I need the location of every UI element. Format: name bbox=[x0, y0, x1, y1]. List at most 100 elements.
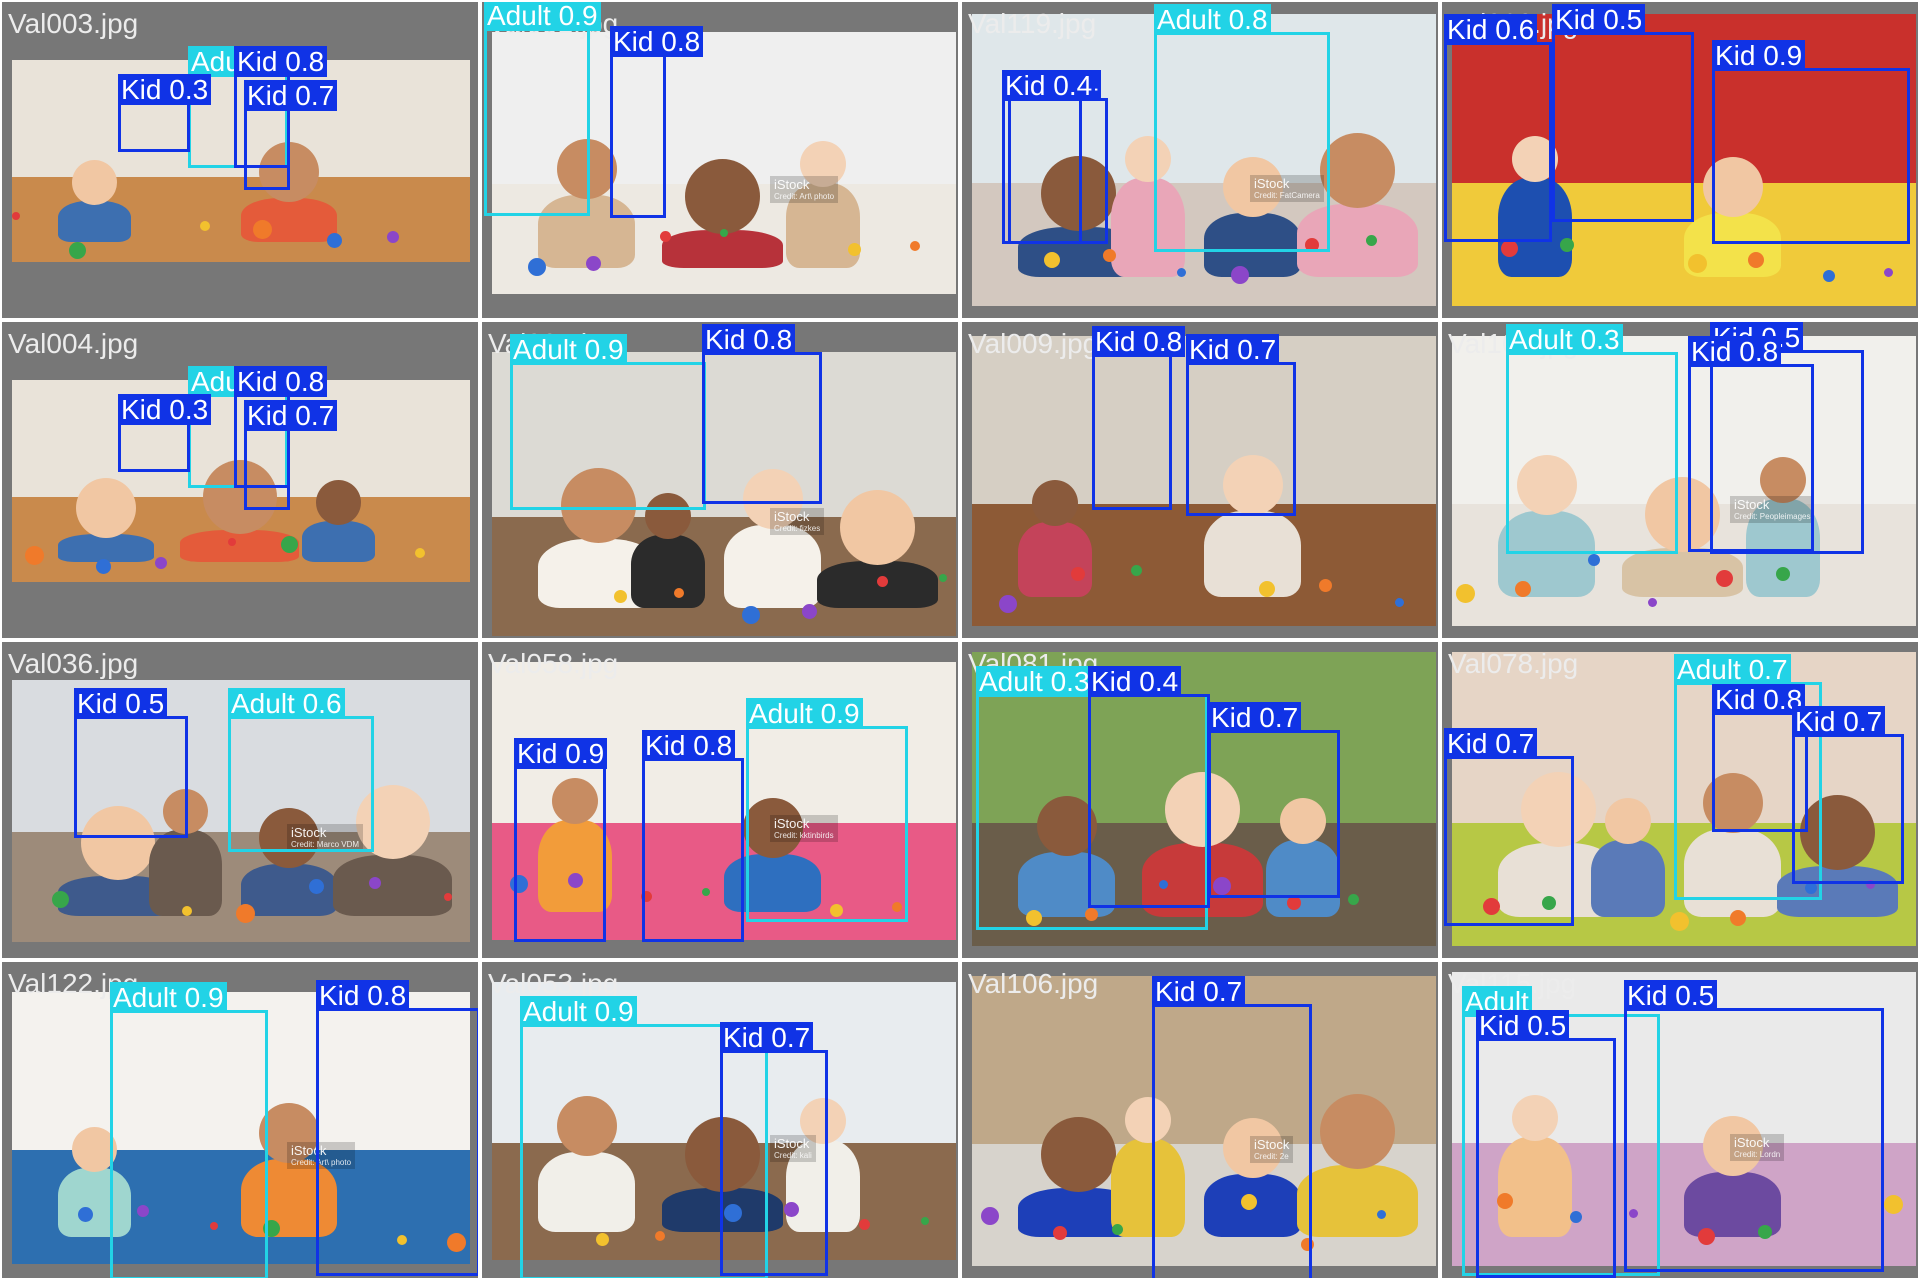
kid-detection-box[interactable]: Kid 0.5 bbox=[1476, 1010, 1616, 1278]
photo-toy bbox=[1348, 894, 1359, 905]
image-tile[interactable]: iStock Credit: Art\ photo Val122.jpg Adult … bbox=[2, 962, 478, 1278]
kid-detection-box[interactable]: Kid 0.6 bbox=[1444, 14, 1552, 242]
photo-toy bbox=[939, 574, 947, 582]
kid-detection-box[interactable]: Kid 0.7 bbox=[1186, 334, 1296, 516]
kid-detection-box[interactable]: Kid 0.8 bbox=[610, 26, 704, 218]
detection-label: Kid 0.4 bbox=[1002, 70, 1096, 101]
photo-toy bbox=[660, 231, 671, 242]
detection-label: Kid 0.8 bbox=[1092, 326, 1186, 357]
kid-detection-box[interactable]: Kid 0.9 bbox=[514, 738, 608, 942]
kid-detection-box[interactable]: Kid 0.8 bbox=[642, 730, 744, 942]
detection-label: Kid 0.7 bbox=[1186, 334, 1280, 365]
kid-detection-box[interactable]: Kid 0.7 bbox=[1152, 976, 1312, 1278]
kid-detection-box[interactable]: Kid 0.7 bbox=[244, 80, 338, 190]
image-tile[interactable]: iStockCredit: PeopleimagesVal104.jpgAdul… bbox=[1442, 322, 1918, 638]
detection-label: Kid 0.8 bbox=[702, 324, 796, 355]
image-tile[interactable]: Val078.jpg Adult 0.7 Kid 0.8 Kid 0.7 Kid 0.7 bbox=[1442, 642, 1918, 958]
photo-toy bbox=[1259, 581, 1275, 597]
detection-label: Kid 0.7 bbox=[244, 400, 338, 431]
adult-detection-box[interactable]: Adult 0.9 bbox=[484, 2, 601, 216]
image-tile[interactable]: iStock Credit: FatCamera Val119.jpg Adult 0… bbox=[962, 2, 1438, 318]
kid-detection-box[interactable]: Kid 0.7 bbox=[720, 1022, 828, 1276]
photo-toy bbox=[25, 546, 44, 565]
kid-detection-box[interactable]: Kid 0.7 bbox=[1444, 728, 1574, 926]
kid-detection-box[interactable]: Kid 0.7 bbox=[1208, 702, 1340, 898]
kid-detection-box[interactable]: Kid 0.3 bbox=[118, 74, 212, 152]
photo-toy bbox=[1648, 598, 1657, 607]
image-tile[interactable]: iStock Credit: Marco VDM Val036.jpg Kid 0.5… bbox=[2, 642, 478, 958]
detection-label: Kid 0.5 bbox=[1476, 1010, 1570, 1041]
tile-filename: Val009.jpg bbox=[968, 328, 1099, 359]
kid-detection-box[interactable]: Kid 0.3 bbox=[118, 394, 212, 472]
photo-person-body bbox=[333, 855, 452, 916]
detection-label: Kid 0.5 bbox=[1552, 4, 1646, 35]
image-tile[interactable]: Val020.jpgKid 0.6Kid 0.5Kid 0.9 bbox=[1442, 2, 1918, 318]
adult-detection-box[interactable]: Adult 0.6 bbox=[228, 688, 374, 852]
kid-detection-box[interactable]: Kid 0.7 bbox=[244, 400, 338, 510]
detection-label: Kid 0.3 bbox=[118, 394, 212, 425]
photo-toy bbox=[1112, 1224, 1123, 1235]
kid-detection-box[interactable]: Kid 0.8 bbox=[1092, 326, 1186, 510]
kid-detection-box[interactable]: Kid 0.4 bbox=[1088, 666, 1210, 908]
photo-toy bbox=[69, 242, 86, 259]
istock-watermark: iStock Credit: Art\ photo bbox=[770, 176, 839, 203]
kid-detection-box[interactable]: Kid 0.5 bbox=[1624, 980, 1884, 1272]
photo-toy bbox=[415, 548, 425, 558]
detection-label: Adult 0.7 bbox=[1674, 654, 1791, 685]
photo-person-body bbox=[631, 535, 705, 608]
adult-detection-box[interactable]: Adult 0.9 bbox=[110, 982, 268, 1278]
photo-person-head bbox=[1320, 1094, 1395, 1169]
detection-label: Kid 0.9 bbox=[514, 738, 608, 769]
adult-detection-box[interactable]: Adult 0.8 bbox=[1154, 4, 1330, 252]
photo-person-body bbox=[149, 830, 222, 916]
image-tile[interactable]: Val004.jpgAdult 0.4Kid 0.8Kid 0.3Kid 0.7 bbox=[2, 322, 478, 638]
photo-toy bbox=[528, 258, 546, 276]
detection-label: Adult 0.9 bbox=[510, 334, 627, 365]
photo-person-body bbox=[302, 521, 375, 562]
adult-detection-box[interactable]: Adult 0.3 bbox=[1506, 324, 1678, 554]
adult-detection-box[interactable]: Adult 0.9 bbox=[510, 334, 706, 510]
photo-toy bbox=[999, 595, 1017, 613]
photo-toy bbox=[12, 212, 20, 220]
kid-detection-box[interactable]: Kid 0.7 bbox=[1792, 706, 1904, 884]
photo-toy bbox=[1748, 252, 1764, 268]
photo-toy bbox=[586, 256, 601, 271]
kid-detection-box[interactable]: Kid 0.4 bbox=[1002, 70, 1096, 244]
detection-label: Adult 0.8 bbox=[1154, 4, 1271, 35]
kid-detection-box[interactable]: Kid 0.9 bbox=[1712, 40, 1910, 244]
adult-detection-box[interactable]: Adult 0.9 bbox=[746, 698, 908, 922]
image-tile[interactable]: iStock Credit: kali Val053.jpg Adult 0.9 Kid… bbox=[482, 962, 958, 1278]
image-tile[interactable]: iStockCredit: Art\ photoVal051.jpgAdult … bbox=[482, 2, 958, 318]
photo-toy bbox=[742, 606, 760, 624]
detection-label: Kid 0.6 bbox=[1444, 14, 1538, 45]
kid-detection-box[interactable]: Kid 0.5 bbox=[1552, 4, 1694, 222]
photo-toy bbox=[1103, 249, 1116, 262]
kid-detection-box[interactable]: Kid 0.8 bbox=[316, 980, 478, 1276]
image-tile[interactable]: iStock Credit: kktinbirds Val058.jpg Adult … bbox=[482, 642, 958, 958]
photo-person-head bbox=[72, 160, 117, 205]
image-tile[interactable]: Val081.jpg Adult 0.3 Kid 0.4 Kid 0.7 bbox=[962, 642, 1438, 958]
photo-toy bbox=[228, 538, 236, 546]
image-tile[interactable]: Val003.jpgAdult 0.4Kid 0.8Kid 0.3Kid 0.7 bbox=[2, 2, 478, 318]
photo-toy bbox=[96, 559, 111, 574]
image-tile[interactable]: iStock Credit: 2e Val106.jpg Kid 0.7 bbox=[962, 962, 1438, 1278]
photo-toy bbox=[1560, 238, 1574, 252]
photo-toy bbox=[327, 233, 342, 248]
photo-person-head bbox=[76, 478, 136, 538]
photo-person-body bbox=[1297, 1165, 1418, 1237]
watermark-brand: iStock bbox=[774, 509, 810, 524]
detection-label: Kid 0.7 bbox=[1792, 706, 1886, 737]
detection-label: Kid 0.7 bbox=[1444, 728, 1538, 759]
image-tile[interactable]: Val009.jpg Kid 0.8 Kid 0.7 bbox=[962, 322, 1438, 638]
image-tile[interactable]: iStock Credit: Lordn Val115.jpg Adult Kid 0.… bbox=[1442, 962, 1918, 1278]
kid-detection-box[interactable]: Kid 0.8 bbox=[1688, 336, 1814, 552]
detection-label: Adult 0.9 bbox=[746, 698, 863, 729]
kid-detection-box[interactable]: Kid 0.8 bbox=[702, 324, 822, 504]
detection-label: Kid 0.7 bbox=[244, 80, 338, 111]
photo-toy bbox=[1515, 581, 1531, 597]
photo-toy bbox=[52, 891, 69, 908]
kid-detection-box[interactable]: Kid 0.5 bbox=[74, 688, 188, 838]
istock-watermark: iStock Credit: fizkes bbox=[770, 508, 825, 535]
photo-toy bbox=[253, 220, 272, 239]
image-tile[interactable]: iStockCredit: fizkesVal091.jpgAdult 0.9K… bbox=[482, 322, 958, 638]
